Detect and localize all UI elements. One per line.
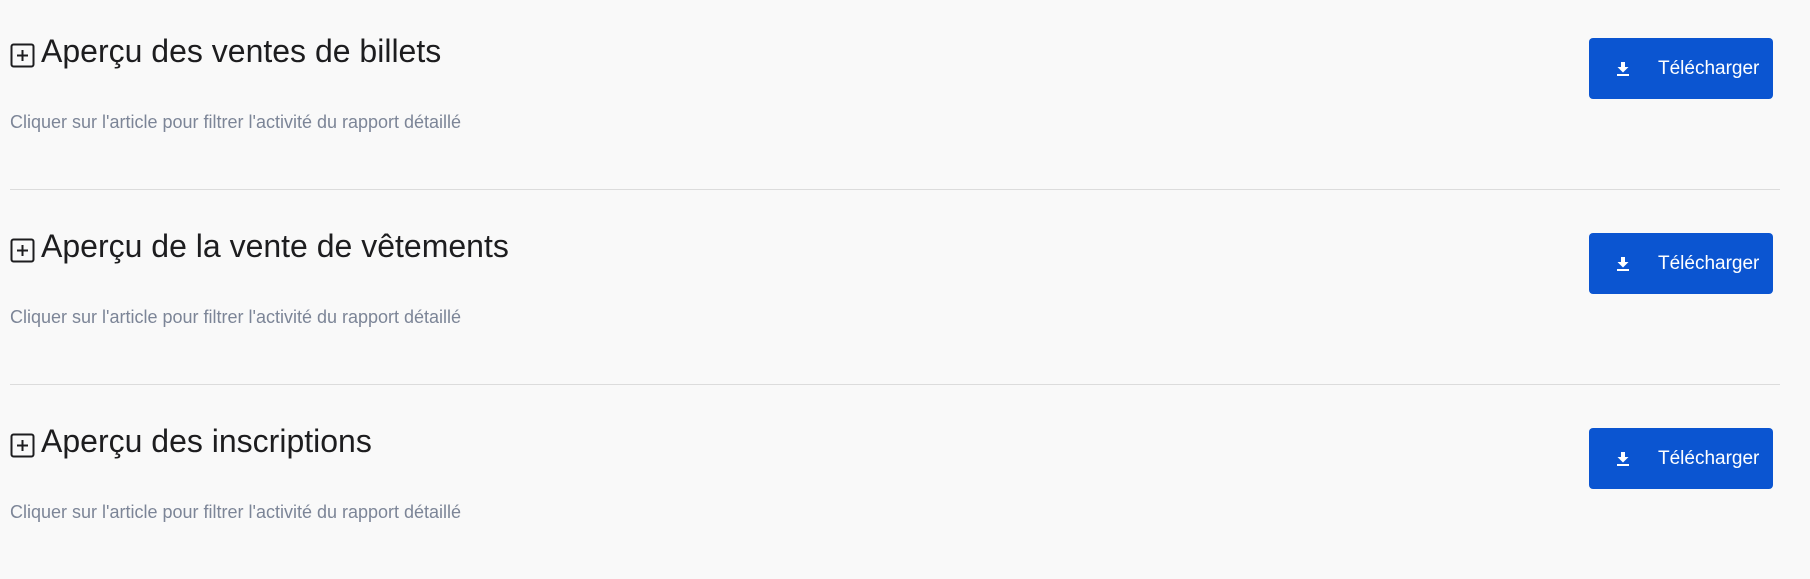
plus-square-icon[interactable] [10,238,35,263]
section-title: Aperçu des ventes de billets [41,32,442,69]
section-subtitle: Cliquer sur l'article pour filtrer l'act… [10,307,462,327]
download-label: Télécharger [1658,57,1760,79]
download-button[interactable]: Télécharger [1589,428,1773,489]
ticket-sales-header[interactable]: Aperçu des ventes de billets [10,30,441,72]
plus-square-icon[interactable] [10,43,35,68]
download-label: Télécharger [1658,447,1760,469]
download-button[interactable]: Télécharger [1589,233,1773,294]
section-divider [10,189,1780,190]
download-icon [1616,451,1630,467]
section-subtitle: Cliquer sur l'article pour filtrer l'act… [10,502,462,522]
section-divider [10,384,1780,385]
clothing-sales-header[interactable]: Aperçu de la vente de vêtements [10,225,509,267]
download-label: Télécharger [1658,252,1760,274]
ticket-sales-section: Aperçu des ventes de billets Cliquer sur… [10,0,1780,190]
report-overview-page: Aperçu des ventes de billets Cliquer sur… [0,0,1810,579]
registrations-header[interactable]: Aperçu des inscriptions [10,420,372,462]
clothing-sales-section: Aperçu de la vente de vêtements Cliquer … [10,195,1780,385]
section-subtitle: Cliquer sur l'article pour filtrer l'act… [10,112,462,132]
download-icon [1616,256,1630,272]
registrations-section: Aperçu des inscriptions Cliquer sur l'ar… [10,390,1780,579]
section-title: Aperçu des inscriptions [41,422,372,459]
download-icon [1616,61,1630,77]
plus-square-icon[interactable] [10,433,35,458]
section-title: Aperçu de la vente de vêtements [41,227,509,264]
download-button[interactable]: Télécharger [1589,38,1773,99]
